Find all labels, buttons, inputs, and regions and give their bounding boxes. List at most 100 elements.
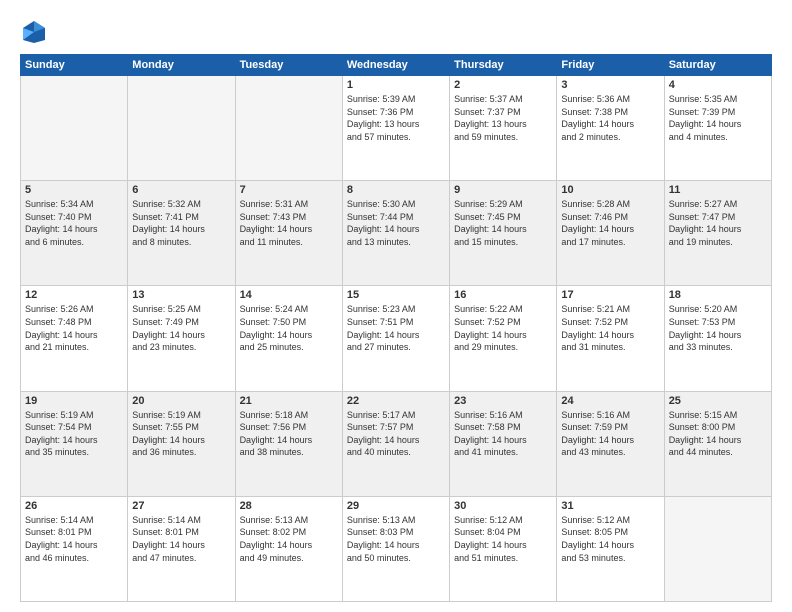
calendar-day-cell: 16 Sunrise: 5:22 AM Sunset: 7:52 PM Dayli… [450, 286, 557, 391]
logo-icon [20, 18, 48, 46]
day-number: 29 [347, 500, 445, 512]
day-info: Sunrise: 5:12 AM Sunset: 8:04 PM Dayligh… [454, 514, 552, 564]
day-info: Sunrise: 5:16 AM Sunset: 7:58 PM Dayligh… [454, 409, 552, 459]
day-info: Sunrise: 5:36 AM Sunset: 7:38 PM Dayligh… [561, 93, 659, 143]
calendar-day-cell [128, 76, 235, 181]
calendar-day-cell: 14Sunrise: 5:24 AM Sunset: 7:50 PM Dayli… [235, 286, 342, 391]
day-number: 24 [561, 395, 659, 407]
day-number: 18 [669, 289, 767, 301]
calendar-day-cell: 1Sunrise: 5:39 AM Sunset: 7:36 PM Daylig… [342, 76, 449, 181]
day-info: Sunrise: 5:23 AM Sunset: 7:51 PM Dayligh… [347, 303, 445, 353]
calendar-day-cell: 22 Sunrise: 5:17 AM Sunset: 7:57 PM Dayli… [342, 391, 449, 496]
day-info: Sunrise: 5:35 AM Sunset: 7:39 PM Dayligh… [669, 93, 767, 143]
day-number: 2 [454, 79, 552, 91]
calendar-header-row: SundayMondayTuesdayWednesdayThursdayFrid… [21, 55, 772, 76]
calendar-day-cell: 12 Sunrise: 5:26 AM Sunset: 7:48 PM Dayli… [21, 286, 128, 391]
day-number: 31 [561, 500, 659, 512]
day-number: 6 [132, 184, 230, 196]
page: SundayMondayTuesdayWednesdayThursdayFrid… [0, 0, 792, 612]
calendar-header-tuesday: Tuesday [235, 55, 342, 76]
calendar-day-cell: 29Sunrise: 5:13 AM Sunset: 8:03 PM Dayli… [342, 496, 449, 601]
day-info: Sunrise: 5:26 AM Sunset: 7:48 PM Dayligh… [25, 303, 123, 353]
day-number: 26 [25, 500, 123, 512]
calendar-day-cell: 4Sunrise: 5:35 AM Sunset: 7:39 PM Daylig… [664, 76, 771, 181]
calendar-header-thursday: Thursday [450, 55, 557, 76]
day-info: Sunrise: 5:19 AM Sunset: 7:54 PM Dayligh… [25, 409, 123, 459]
day-info: Sunrise: 5:13 AM Sunset: 8:02 PM Dayligh… [240, 514, 338, 564]
day-number: 21 [240, 395, 338, 407]
day-number: 28 [240, 500, 338, 512]
day-number: 22 [347, 395, 445, 407]
calendar-header-wednesday: Wednesday [342, 55, 449, 76]
calendar-day-cell: 28 Sunrise: 5:13 AM Sunset: 8:02 PM Dayli… [235, 496, 342, 601]
calendar-day-cell [235, 76, 342, 181]
day-info: Sunrise: 5:12 AM Sunset: 8:05 PM Dayligh… [561, 514, 659, 564]
logo [20, 18, 52, 46]
day-info: Sunrise: 5:32 AM Sunset: 7:41 PM Dayligh… [132, 198, 230, 248]
day-info: Sunrise: 5:22 AM Sunset: 7:52 PM Dayligh… [454, 303, 552, 353]
day-info: Sunrise: 5:28 AM Sunset: 7:46 PM Dayligh… [561, 198, 659, 248]
calendar-day-cell: 17Sunrise: 5:21 AM Sunset: 7:52 PM Dayli… [557, 286, 664, 391]
calendar-day-cell: 3 Sunrise: 5:36 AM Sunset: 7:38 PM Daylig… [557, 76, 664, 181]
calendar-day-cell: 26 Sunrise: 5:14 AM Sunset: 8:01 PM Dayli… [21, 496, 128, 601]
calendar-day-cell: 8Sunrise: 5:30 AM Sunset: 7:44 PM Daylig… [342, 181, 449, 286]
day-number: 1 [347, 79, 445, 91]
calendar-day-cell: 27 Sunrise: 5:14 AM Sunset: 8:01 PM Dayli… [128, 496, 235, 601]
calendar-header-saturday: Saturday [664, 55, 771, 76]
day-number: 16 [454, 289, 552, 301]
calendar-week-row-3: 12 Sunrise: 5:26 AM Sunset: 7:48 PM Dayli… [21, 286, 772, 391]
calendar-day-cell: 21 Sunrise: 5:18 AM Sunset: 7:56 PM Dayli… [235, 391, 342, 496]
day-number: 10 [561, 184, 659, 196]
day-number: 14 [240, 289, 338, 301]
day-info: Sunrise: 5:31 AM Sunset: 7:43 PM Dayligh… [240, 198, 338, 248]
calendar-day-cell: 20 Sunrise: 5:19 AM Sunset: 7:55 PM Dayli… [128, 391, 235, 496]
calendar-header-sunday: Sunday [21, 55, 128, 76]
day-info: Sunrise: 5:29 AM Sunset: 7:45 PM Dayligh… [454, 198, 552, 248]
day-number: 12 [25, 289, 123, 301]
day-info: Sunrise: 5:16 AM Sunset: 7:59 PM Dayligh… [561, 409, 659, 459]
calendar-table: SundayMondayTuesdayWednesdayThursdayFrid… [20, 54, 772, 602]
day-info: Sunrise: 5:30 AM Sunset: 7:44 PM Dayligh… [347, 198, 445, 248]
day-info: Sunrise: 5:37 AM Sunset: 7:37 PM Dayligh… [454, 93, 552, 143]
day-info: Sunrise: 5:19 AM Sunset: 7:55 PM Dayligh… [132, 409, 230, 459]
calendar-week-row-2: 5 Sunrise: 5:34 AM Sunset: 7:40 PM Daylig… [21, 181, 772, 286]
day-info: Sunrise: 5:25 AM Sunset: 7:49 PM Dayligh… [132, 303, 230, 353]
calendar-header-monday: Monday [128, 55, 235, 76]
calendar-day-cell: 5 Sunrise: 5:34 AM Sunset: 7:40 PM Daylig… [21, 181, 128, 286]
day-number: 13 [132, 289, 230, 301]
day-number: 5 [25, 184, 123, 196]
calendar-header-friday: Friday [557, 55, 664, 76]
calendar-day-cell: 13 Sunrise: 5:25 AM Sunset: 7:49 PM Dayli… [128, 286, 235, 391]
calendar-week-row-4: 19 Sunrise: 5:19 AM Sunset: 7:54 PM Dayli… [21, 391, 772, 496]
day-number: 25 [669, 395, 767, 407]
day-number: 27 [132, 500, 230, 512]
calendar-day-cell: 25 Sunrise: 5:15 AM Sunset: 8:00 PM Dayli… [664, 391, 771, 496]
calendar-day-cell: 23 Sunrise: 5:16 AM Sunset: 7:58 PM Dayli… [450, 391, 557, 496]
calendar-day-cell: 19 Sunrise: 5:19 AM Sunset: 7:54 PM Dayli… [21, 391, 128, 496]
day-number: 9 [454, 184, 552, 196]
calendar-day-cell: 6 Sunrise: 5:32 AM Sunset: 7:41 PM Daylig… [128, 181, 235, 286]
day-number: 11 [669, 184, 767, 196]
day-info: Sunrise: 5:21 AM Sunset: 7:52 PM Dayligh… [561, 303, 659, 353]
day-number: 23 [454, 395, 552, 407]
day-info: Sunrise: 5:14 AM Sunset: 8:01 PM Dayligh… [25, 514, 123, 564]
day-info: Sunrise: 5:17 AM Sunset: 7:57 PM Dayligh… [347, 409, 445, 459]
calendar-day-cell: 2 Sunrise: 5:37 AM Sunset: 7:37 PM Daylig… [450, 76, 557, 181]
day-number: 19 [25, 395, 123, 407]
day-info: Sunrise: 5:27 AM Sunset: 7:47 PM Dayligh… [669, 198, 767, 248]
calendar-day-cell: 11 Sunrise: 5:27 AM Sunset: 7:47 PM Dayli… [664, 181, 771, 286]
header [20, 18, 772, 46]
calendar-day-cell: 10 Sunrise: 5:28 AM Sunset: 7:46 PM Dayli… [557, 181, 664, 286]
day-info: Sunrise: 5:15 AM Sunset: 8:00 PM Dayligh… [669, 409, 767, 459]
calendar-day-cell: 9 Sunrise: 5:29 AM Sunset: 7:45 PM Daylig… [450, 181, 557, 286]
day-info: Sunrise: 5:18 AM Sunset: 7:56 PM Dayligh… [240, 409, 338, 459]
day-info: Sunrise: 5:34 AM Sunset: 7:40 PM Dayligh… [25, 198, 123, 248]
day-number: 3 [561, 79, 659, 91]
calendar-day-cell: 24 Sunrise: 5:16 AM Sunset: 7:59 PM Dayli… [557, 391, 664, 496]
calendar-day-cell: 31 Sunrise: 5:12 AM Sunset: 8:05 PM Dayli… [557, 496, 664, 601]
calendar-day-cell: 15Sunrise: 5:23 AM Sunset: 7:51 PM Dayli… [342, 286, 449, 391]
day-number: 30 [454, 500, 552, 512]
day-info: Sunrise: 5:14 AM Sunset: 8:01 PM Dayligh… [132, 514, 230, 564]
day-number: 20 [132, 395, 230, 407]
calendar-day-cell [21, 76, 128, 181]
